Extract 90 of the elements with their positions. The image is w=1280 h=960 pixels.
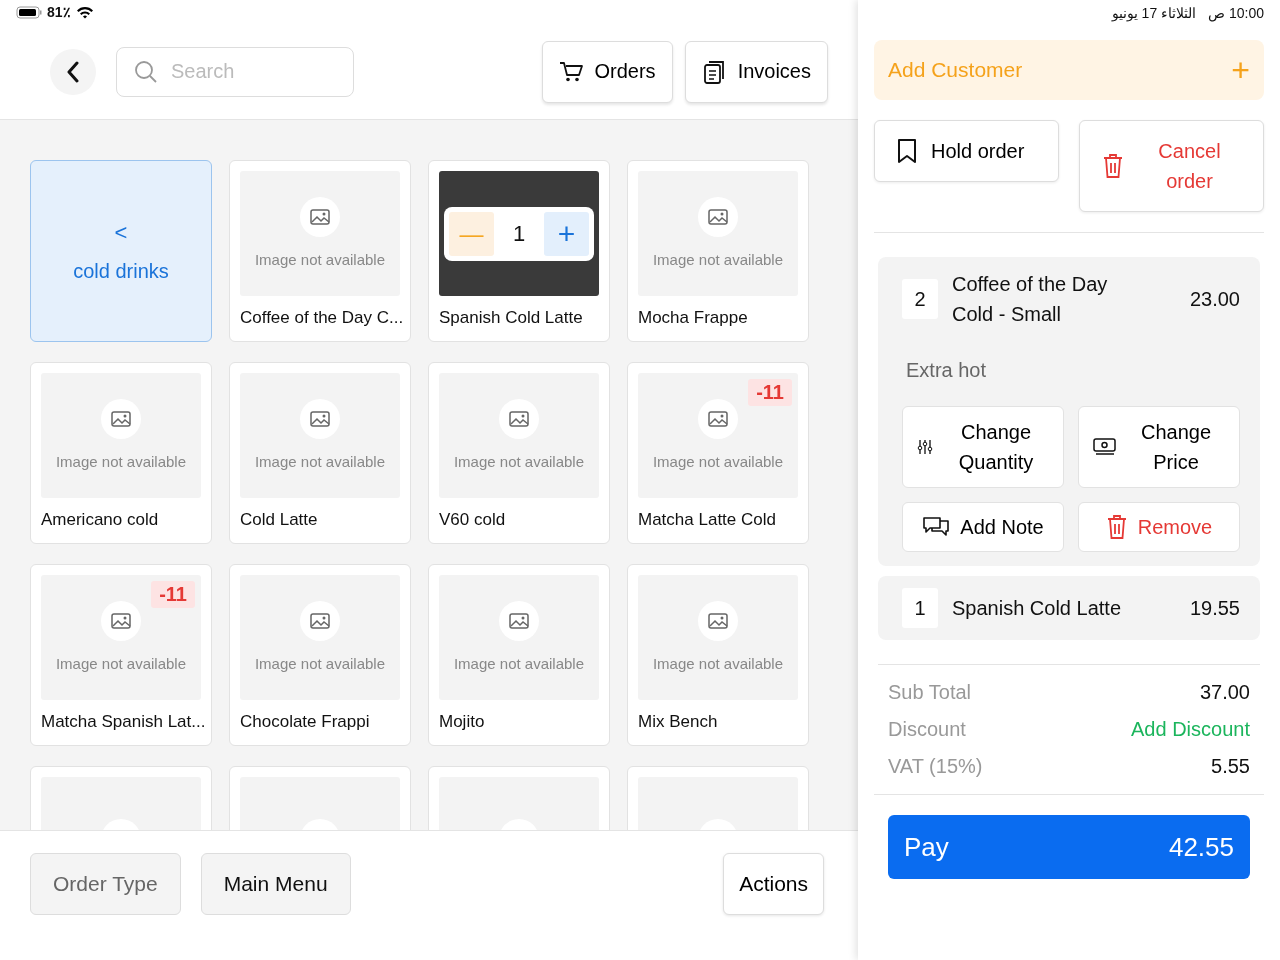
product-name: Cold Latte: [240, 510, 319, 530]
product-card[interactable]: Image not available Coffee of the Day C...: [229, 160, 411, 342]
discount-badge: -11: [151, 581, 195, 608]
increase-button[interactable]: +: [544, 211, 589, 256]
cart-icon: [558, 60, 583, 83]
image-unavailable-text: Image not available: [652, 655, 784, 672]
product-card[interactable]: Image not available V60 cold: [428, 362, 610, 544]
image-placeholder-icon: [101, 601, 141, 641]
product-card[interactable]: Image not available Mojito: [428, 564, 610, 746]
total-label: Sub Total: [888, 681, 972, 704]
image-placeholder-icon: [698, 399, 738, 439]
product-name: Mojito: [439, 712, 486, 732]
status-time: 10:00 ص: [1208, 5, 1264, 21]
search-field[interactable]: Search: [116, 46, 354, 97]
image-unavailable-text: Image not available: [652, 453, 784, 470]
line-item-name: Spanish Cold Latte: [952, 596, 1122, 621]
chat-icon: [922, 515, 951, 539]
main-menu-button[interactable]: Main Menu: [200, 853, 351, 915]
total-value: 5.55: [1211, 755, 1250, 778]
line-quantity: 1: [902, 588, 938, 628]
image-unavailable-text: Image not available: [453, 655, 585, 672]
battery-icon: [16, 5, 42, 19]
image-unavailable-text: Image not available: [55, 655, 187, 672]
product-card[interactable]: Image not available Cold Latte: [229, 362, 411, 544]
hold-order-button[interactable]: Hold order: [874, 120, 1059, 182]
product-name: Coffee of the Day C...: [240, 308, 400, 328]
product-name: Matcha Latte Cold: [638, 510, 777, 530]
image-placeholder-icon: [698, 197, 738, 237]
product-name: Mocha Frappe: [638, 308, 749, 328]
line-price: 19.55: [1189, 596, 1240, 620]
pay-button[interactable]: Pay 42.55: [888, 815, 1250, 879]
sliders-icon: [917, 439, 933, 455]
line-item-name: Coffee of the Day Cold - Small: [952, 272, 1109, 327]
product-name: Americano cold: [41, 510, 160, 530]
image-placeholder-icon: [300, 399, 340, 439]
image-unavailable-text: Image not available: [254, 655, 386, 672]
add-note-button[interactable]: Add Note: [902, 502, 1064, 552]
product-card[interactable]: Image not available Mix Bench: [627, 564, 809, 746]
image-placeholder-icon: [499, 601, 539, 641]
image-unavailable-text: Image not available: [453, 453, 585, 470]
cancel-order-button[interactable]: Cancel order: [1079, 120, 1264, 212]
image-unavailable-text: Image not available: [254, 251, 386, 268]
product-card[interactable]: Image not available -11 Matcha Spanish Lat...: [30, 564, 212, 746]
change-quantity-button[interactable]: Change Quantity: [902, 406, 1064, 488]
status-date: الثلاثاء 17 يونيو: [1111, 5, 1197, 21]
product-card[interactable]: Image not available Americano cold: [30, 362, 212, 544]
category-card[interactable]: < cold drinks: [30, 160, 212, 342]
product-card[interactable]: — 1 + Spanish Cold Latte: [428, 160, 610, 342]
discount-badge: -11: [748, 379, 792, 406]
image-unavailable-text: Image not available: [55, 453, 187, 470]
total-label: VAT (15%): [888, 755, 983, 778]
product-card[interactable]: Image not available Mocha Frappe: [627, 160, 809, 342]
search-icon: [134, 59, 158, 84]
product-name: Chocolate Frappi: [240, 712, 371, 732]
quantity-value: 1: [512, 220, 526, 247]
image-unavailable-text: Image not available: [254, 453, 386, 470]
wifi-icon: [75, 5, 94, 19]
product-name: V60 cold: [439, 510, 507, 530]
actions-button[interactable]: Actions: [723, 853, 824, 915]
orders-button[interactable]: Orders: [541, 40, 673, 103]
trash-icon: [1105, 514, 1128, 540]
image-placeholder-icon: [300, 601, 340, 641]
trash-icon: [1102, 153, 1124, 179]
bookmark-icon: [897, 138, 917, 164]
total-label: Discount: [888, 718, 966, 741]
product-name: Mix Bench: [638, 712, 719, 732]
category-name: cold drinks: [73, 259, 169, 283]
line-quantity: 2: [902, 279, 938, 319]
total-value: 37.00: [1199, 681, 1250, 704]
back-chevron: <: [114, 219, 128, 246]
battery-percent: 81٪: [47, 4, 71, 20]
product-name: Spanish Cold Latte: [439, 308, 584, 328]
clipboard-icon: [701, 58, 726, 85]
invoices-button[interactable]: Invoices: [684, 40, 828, 103]
order-type-button[interactable]: Order Type: [30, 853, 181, 915]
image-unavailable-text: Image not available: [652, 251, 784, 268]
remove-button[interactable]: Remove: [1078, 502, 1240, 552]
image-placeholder-icon: [499, 399, 539, 439]
back-icon: [66, 60, 80, 83]
line-price: 23.00: [1189, 287, 1240, 311]
image-placeholder-icon: [698, 601, 738, 641]
plus-icon: +: [1231, 51, 1250, 89]
change-price-button[interactable]: Change Price: [1078, 406, 1240, 488]
product-card[interactable]: Image not available -11 Matcha Latte Cold: [627, 362, 809, 544]
product-card[interactable]: Image not available Chocolate Frappi: [229, 564, 411, 746]
line-note: Extra hot: [906, 359, 988, 382]
image-placeholder-icon: [300, 197, 340, 237]
cash-icon: [1093, 438, 1117, 456]
back-button[interactable]: [50, 48, 96, 95]
image-placeholder-icon: [101, 399, 141, 439]
